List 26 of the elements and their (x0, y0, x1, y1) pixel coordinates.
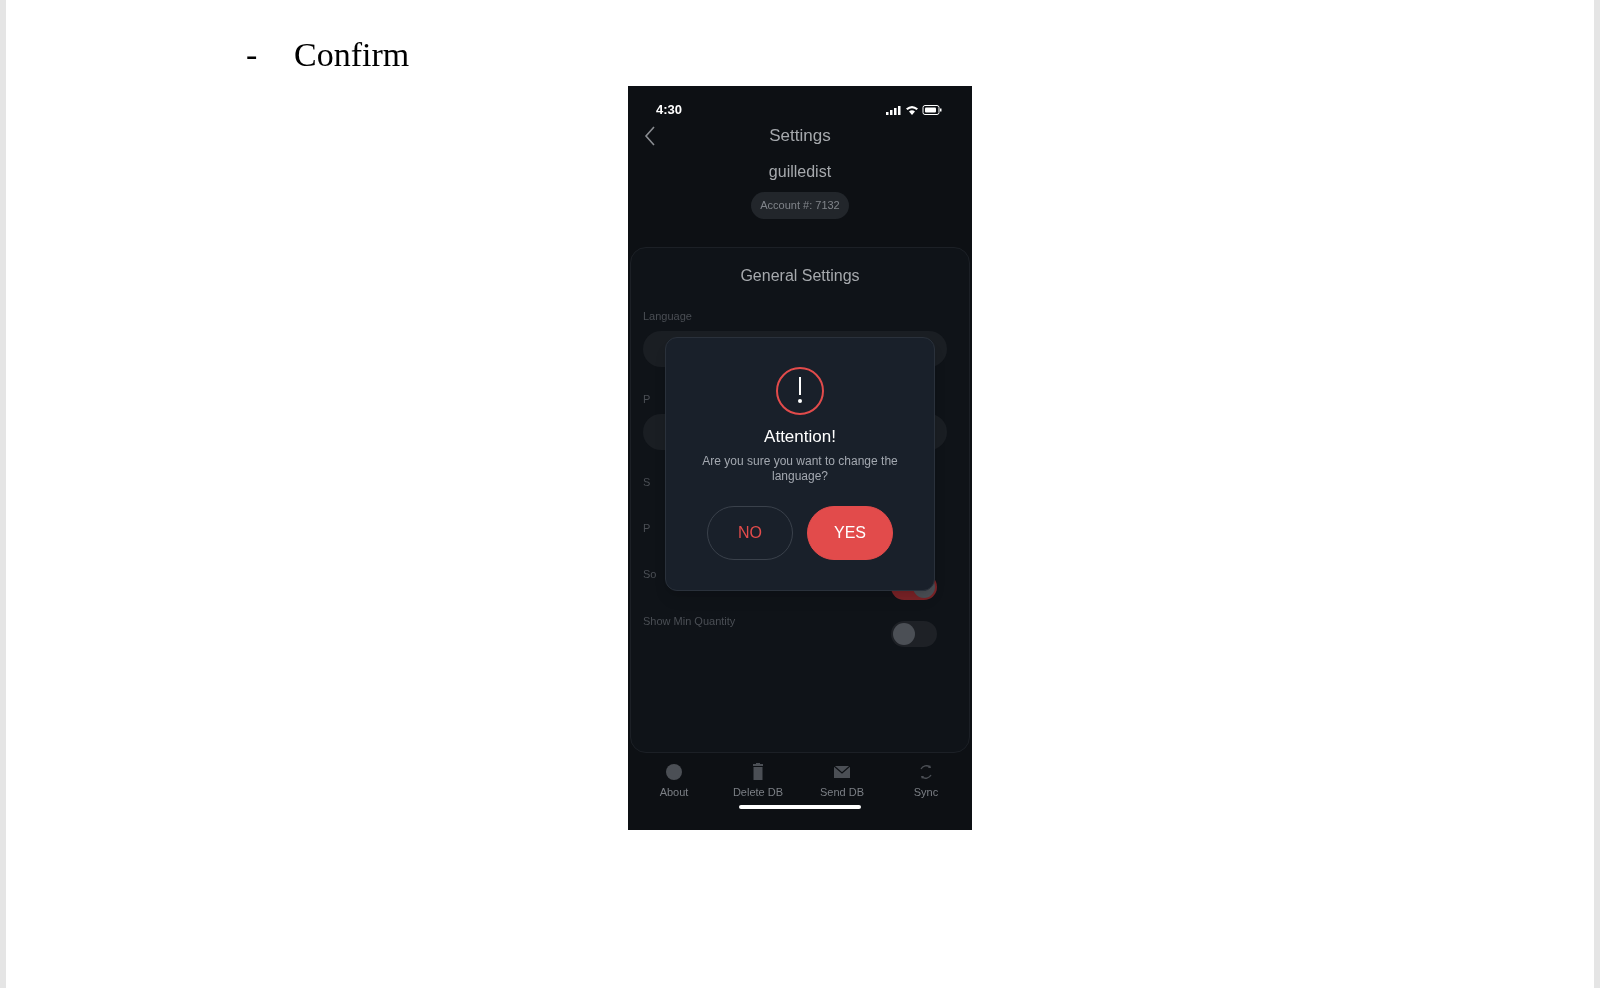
dialog-title: Attention! (764, 426, 836, 448)
heading: Confirm (294, 38, 410, 72)
tab-bar-item[interactable]: Delete DB (718, 763, 798, 801)
setting-label: So (643, 567, 657, 582)
status-time: 4:30 (656, 101, 683, 120)
envelope-icon (833, 763, 851, 781)
field-label: P (643, 392, 651, 407)
username: guilledist (768, 162, 832, 182)
setting-label: Show Min Quantity (643, 614, 736, 629)
setting-label: S (643, 475, 651, 490)
dialog-message: Are you sure you want to change the language? (701, 453, 899, 484)
status-icons (886, 104, 944, 116)
tab-bar-item[interactable]: Send DB (802, 763, 882, 801)
field-label: Language (643, 309, 692, 324)
bullet-dash: - (246, 38, 259, 72)
section-title: General Settings (740, 266, 860, 286)
dialog-button[interactable]: YES (807, 505, 893, 560)
toggle-switch[interactable] (891, 621, 937, 647)
back-icon[interactable] (644, 126, 656, 146)
tab-bar-item[interactable]: Sync (886, 763, 966, 801)
account-pill: Account #: 7132 (751, 192, 849, 219)
setting-label: P (643, 521, 651, 536)
screen-title: Settings (769, 125, 831, 148)
circle-icon (665, 763, 683, 781)
tab-bar-item[interactable]: About (634, 763, 714, 801)
warning-icon (775, 366, 825, 416)
